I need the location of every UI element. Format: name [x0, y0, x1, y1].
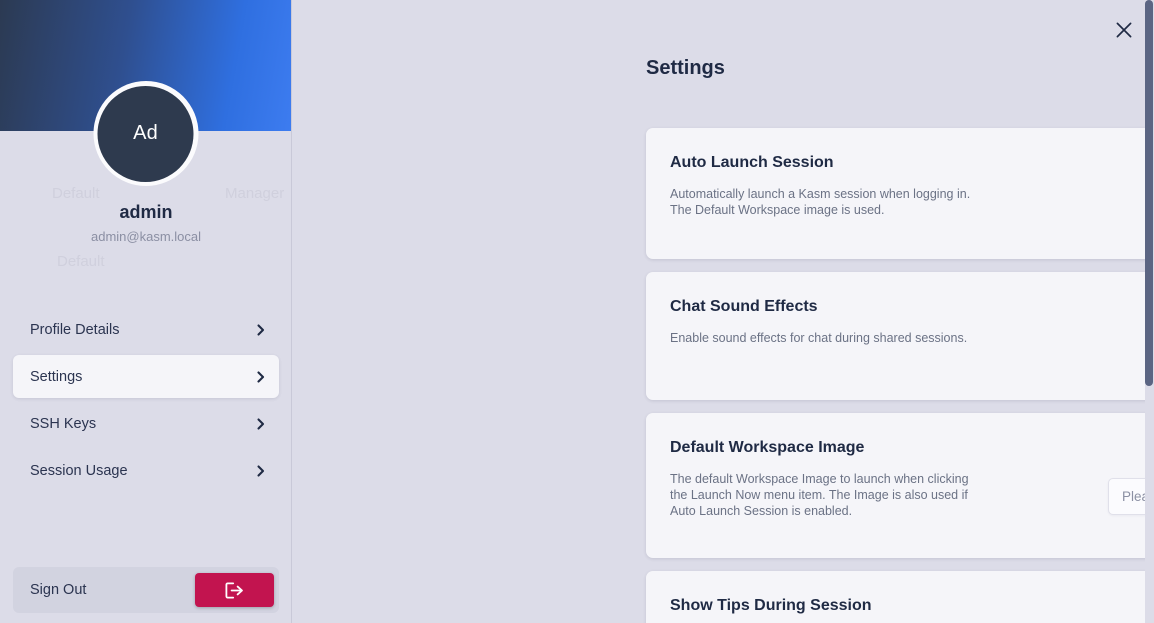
user-identity: admin admin@kasm.local: [0, 200, 291, 247]
sidebar-item-label: Settings: [30, 368, 83, 385]
setting-card-auto-launch-session: Auto Launch Session Automatically launch…: [646, 128, 1154, 259]
sidebar-item-profile-details[interactable]: Profile Details: [13, 308, 279, 351]
card-description: Automatically launch a Kasm session when…: [670, 187, 971, 217]
card-title: Default Workspace Image: [670, 439, 865, 456]
sidebar-item-label: SSH Keys: [30, 415, 97, 432]
logout-icon: [225, 582, 244, 599]
settings-main-panel: Settings Auto Launch Session Automatical…: [292, 0, 1154, 623]
sidebar-item-ssh-keys[interactable]: SSH Keys: [13, 402, 279, 445]
chevron-right-icon: [255, 323, 267, 336]
setting-card-default-workspace-image: Default Workspace Image The default Work…: [646, 413, 1154, 558]
profile-sidebar: Default Manager Default Ad admin admin@k…: [0, 0, 292, 623]
sidebar-nav: Profile Details Settings SSH Keys Sessio…: [0, 308, 291, 496]
scrollbar-thumb[interactable]: [1145, 0, 1153, 386]
user-email: admin@kasm.local: [90, 229, 201, 244]
avatar: Ad: [93, 81, 198, 186]
settings-modal: Default Manager Default Ad admin admin@k…: [0, 0, 1154, 623]
setting-card-chat-sound-effects: Chat Sound Effects Enable sound effects …: [646, 272, 1154, 400]
card-title: Auto Launch Session: [670, 154, 834, 171]
sidebar-item-label: Profile Details: [30, 321, 120, 338]
chevron-right-icon: [255, 417, 267, 430]
card-title: Show Tips During Session: [670, 597, 872, 614]
card-text-block: Auto Launch Session Automatically launch…: [670, 152, 970, 218]
ghost-text-lower: Default: [57, 253, 105, 270]
card-title: Chat Sound Effects: [670, 298, 818, 315]
user-name: admin: [119, 202, 173, 222]
signout-row: Sign Out: [13, 567, 279, 613]
card-text-block: Show Tips During Session: [670, 595, 872, 623]
sidebar-item-settings[interactable]: Settings: [13, 355, 279, 398]
card-text-block: Default Workspace Image The default Work…: [670, 437, 969, 519]
chevron-right-icon: [255, 464, 267, 477]
sidebar-item-session-usage[interactable]: Session Usage: [13, 449, 279, 492]
page-title: Settings: [646, 57, 725, 79]
close-button[interactable]: [1111, 17, 1137, 43]
settings-card-list: Auto Launch Session Automatically launch…: [646, 128, 1154, 623]
avatar-initials: Ad: [97, 85, 194, 182]
signout-label: Sign Out: [30, 582, 87, 598]
sign-out-button[interactable]: [195, 573, 274, 607]
card-text-block: Chat Sound Effects Enable sound effects …: [670, 296, 967, 346]
chevron-right-icon: [255, 370, 267, 383]
sidebar-item-label: Session Usage: [30, 462, 128, 479]
setting-card-show-tips-during-session: Show Tips During Session: [646, 571, 1154, 623]
card-description: Enable sound effects for chat during sha…: [670, 331, 968, 345]
close-icon: [1115, 21, 1133, 39]
card-description: The default Workspace Image to launch wh…: [670, 472, 969, 518]
